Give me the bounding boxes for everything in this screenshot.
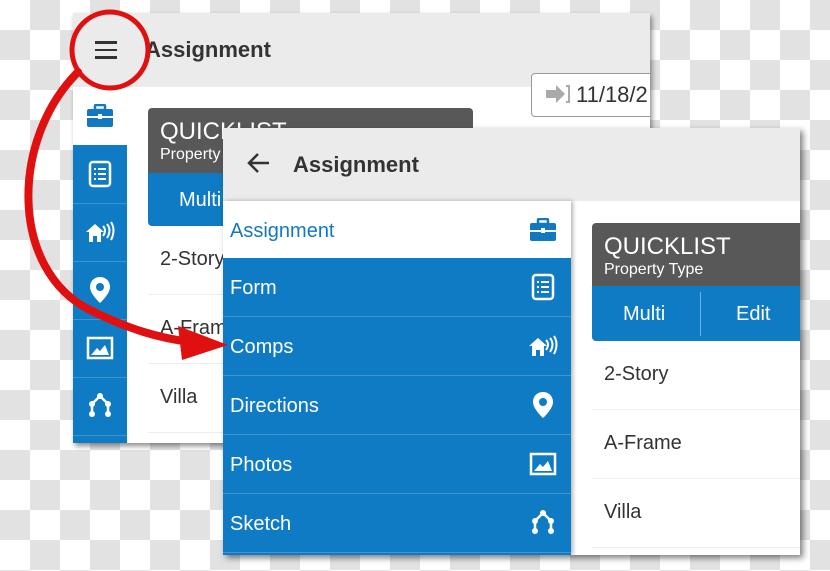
drawer-item-label: Directions (230, 395, 319, 417)
list-item[interactable]: 2-Story (592, 341, 800, 410)
comps-houses-icon (86, 221, 115, 242)
drawer-item-directions[interactable]: Directions (223, 376, 571, 435)
photo-icon (86, 336, 114, 360)
back-button[interactable] (247, 152, 271, 181)
rail-item-photos[interactable] (73, 319, 127, 378)
drawer-item-label: Form (230, 277, 277, 299)
sketch-icon (89, 393, 111, 417)
edit-button[interactable]: Edit (736, 303, 770, 326)
nav-rail (73, 87, 127, 443)
quicklist-actions: Multi Edit (592, 286, 800, 341)
drawer-item-label: Comps (230, 336, 294, 358)
rail-item-directions[interactable] (73, 261, 127, 320)
rail-item-form[interactable] (73, 145, 127, 204)
quicklist-header: QUICKLIST Property Type (592, 223, 800, 286)
drawer-item-sketch[interactable]: Sketch (223, 494, 571, 553)
quicklist-subtitle: Property Type (604, 261, 704, 278)
multi-button[interactable]: Multi (623, 303, 665, 326)
list-item-label: Villa (604, 501, 642, 523)
rail-item-comps[interactable] (73, 203, 127, 262)
page-title: Assignment (145, 37, 271, 62)
back-arrow-icon (247, 153, 269, 173)
location-pin-icon (90, 277, 110, 303)
sign-in-arrow-icon (546, 85, 570, 103)
list-item-label: 2-Story (604, 363, 669, 385)
list-item[interactable]: A-Frame (592, 410, 800, 479)
quicklist-subtitle: Property (160, 146, 221, 163)
drawer-item-comps[interactable]: Comps (223, 317, 571, 376)
list-item[interactable]: Villa (592, 479, 800, 548)
briefcase-icon (530, 218, 556, 241)
drawer-item-label: Photos (230, 454, 293, 476)
form-list-icon (88, 160, 112, 188)
list-item-label: 2-Story (160, 248, 225, 270)
briefcase-icon (87, 104, 113, 127)
multi-button[interactable]: Multi (179, 189, 221, 212)
form-list-icon (531, 273, 555, 301)
location-pin-icon (533, 392, 553, 418)
comps-houses-icon (529, 335, 558, 356)
date-value: 11/18/2 (576, 82, 648, 107)
drawer-item-form[interactable]: Form (223, 258, 571, 317)
hamburger-menu-icon[interactable] (95, 38, 121, 60)
quicklist-title: QUICKLIST (604, 233, 731, 260)
page-title: Assignment (293, 152, 419, 177)
rail-item-assignment[interactable] (73, 87, 127, 145)
quicklist-card: QUICKLIST Property Type Multi Edit (592, 223, 800, 341)
drawer-item-label: Assignment (230, 220, 335, 242)
list-item-label: Villa (160, 386, 198, 408)
rail-item-sketch[interactable] (73, 377, 127, 436)
drawer-item-label: Sketch (230, 513, 292, 535)
sketch-icon (532, 510, 554, 534)
date-field[interactable]: 11/18/2 (531, 73, 650, 117)
photo-icon (529, 452, 557, 476)
drawer-item-photos[interactable]: Photos (223, 435, 571, 494)
list-item-label: A-Frame (604, 432, 682, 454)
front-screen: Assignment Assignment Form Comps Directi… (223, 128, 800, 555)
divider (700, 292, 701, 336)
nav-drawer: Assignment Form Comps Directions Photos … (223, 201, 571, 555)
drawer-item-assignment[interactable]: Assignment (223, 201, 571, 258)
